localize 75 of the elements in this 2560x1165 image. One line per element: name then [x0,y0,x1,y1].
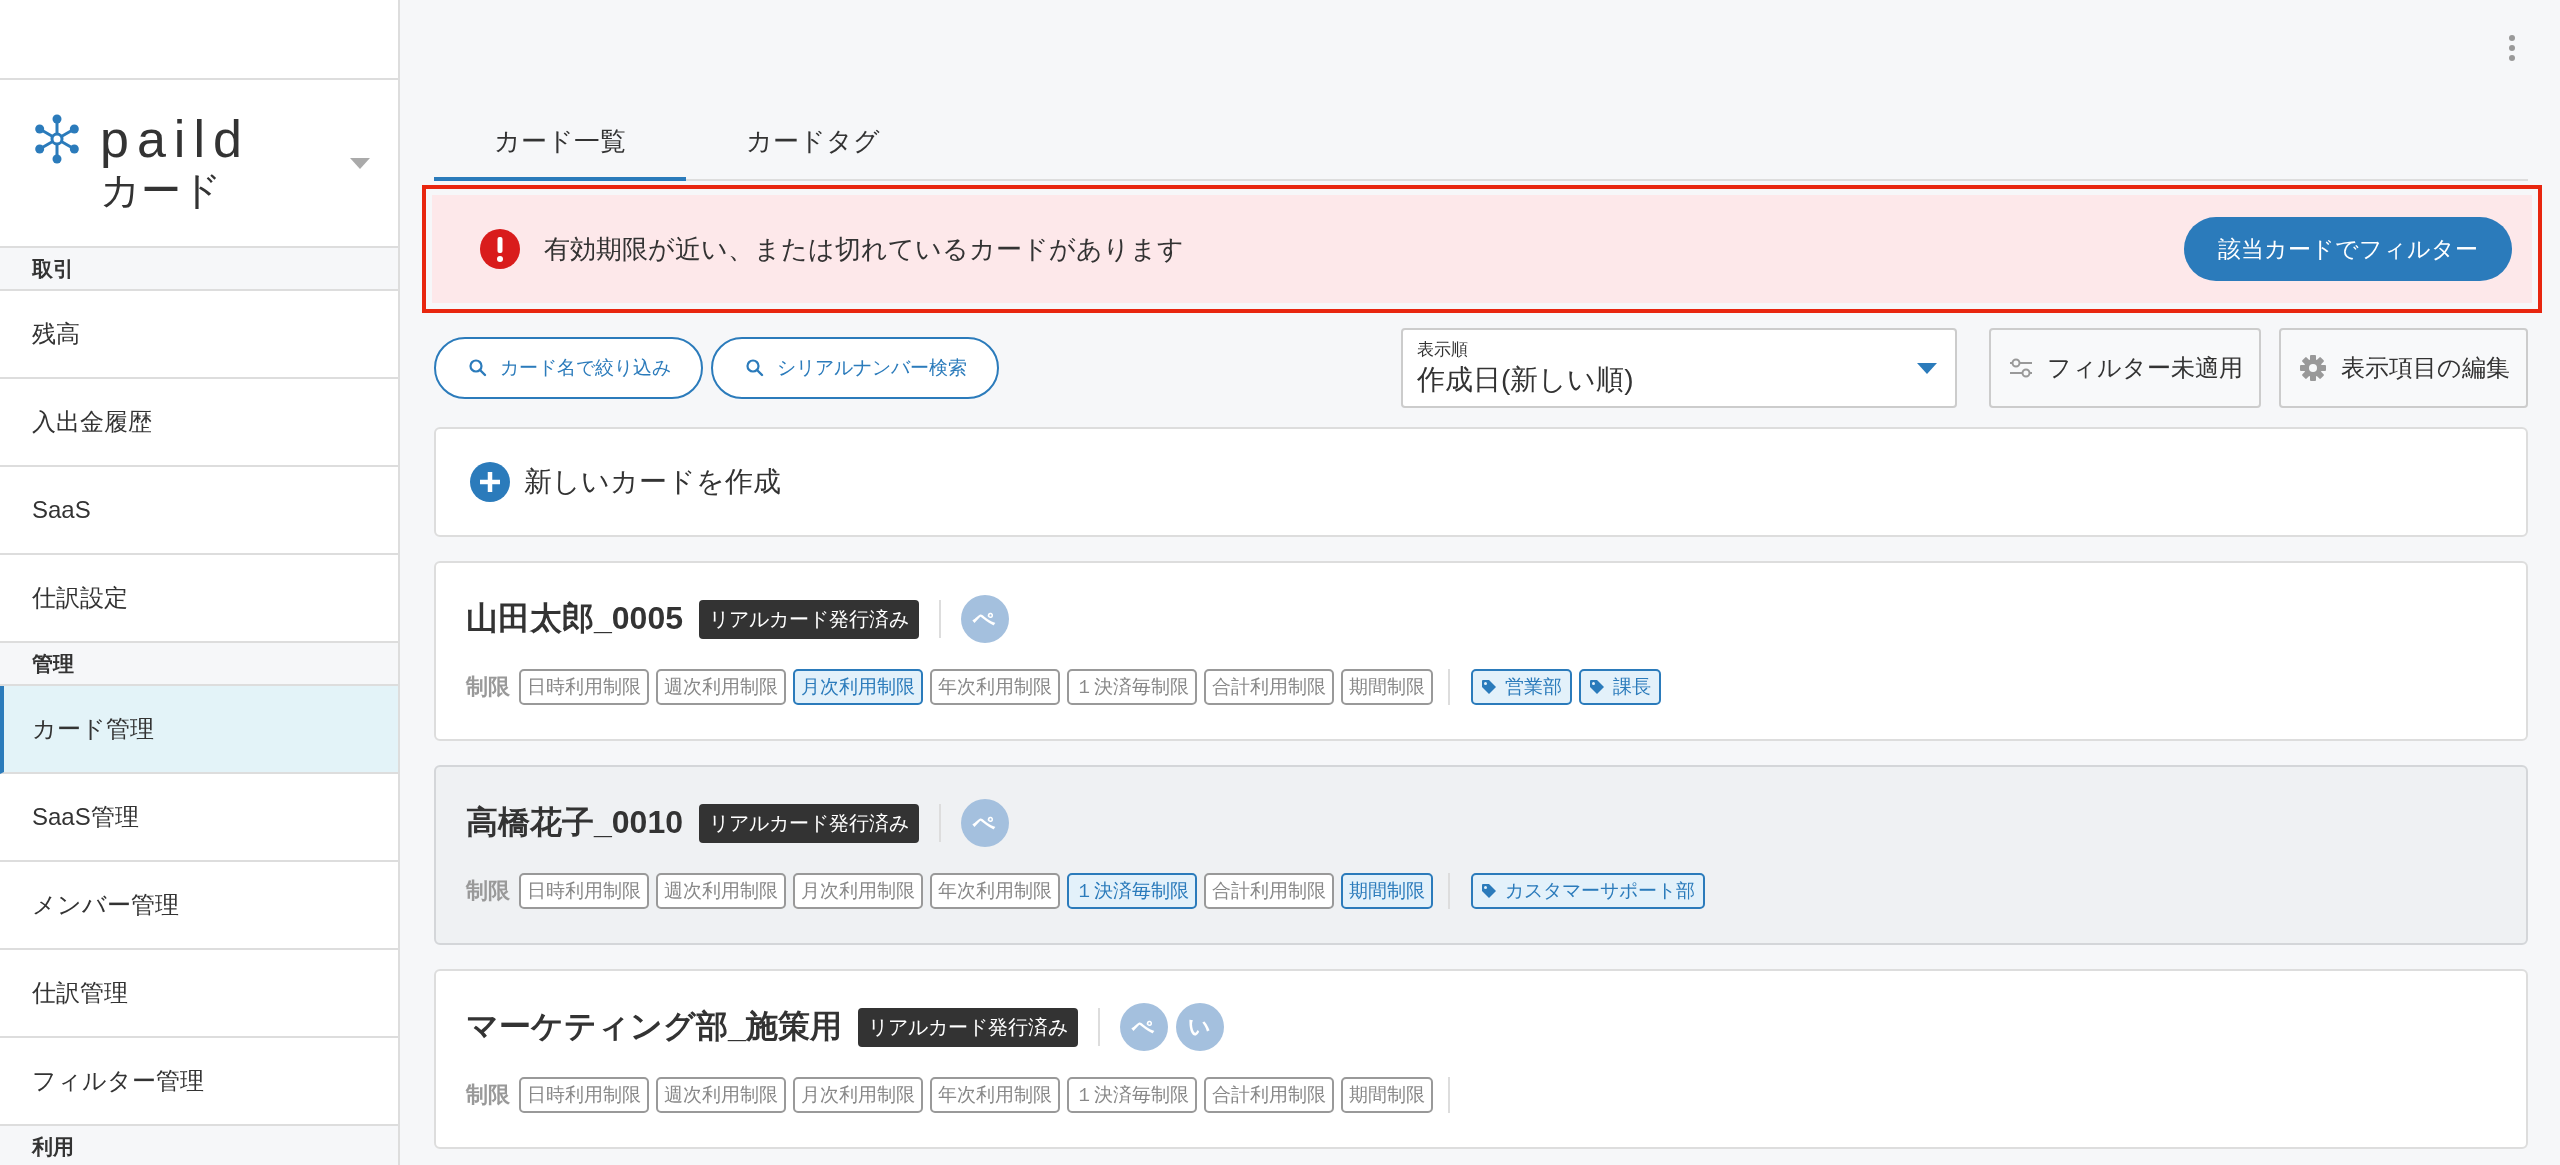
sidebar-item[interactable]: 仕訳管理 [0,950,398,1038]
card-name: 高橋花子_0010 [466,803,683,842]
sort-select[interactable]: 表示順 作成日(新しい順) [1401,328,1957,408]
limit-chip: 期間制限 [1341,669,1433,705]
sort-label: 表示順 [1417,338,1469,361]
filter-cards-button[interactable]: 該当カードでフィルター [2184,217,2512,281]
limit-chip: 月次利用制限 [793,669,923,705]
sidebar-item[interactable]: 残高 [0,291,398,379]
user-avatar: ぺ [961,595,1009,643]
card-item[interactable]: 高橋花子_0010 リアルカード発行済み ぺ 制限 日時利用制限 週次利用制限 月次利用制限 年次利用制限 １決済毎制限 合計利用制限 期間制限 カスタマーサポート部 [434,765,2528,945]
tag-icon [1481,679,1497,695]
sidebar-item[interactable]: SaaS管理 [0,774,398,862]
limit-chip: 年次利用制限 [930,873,1060,909]
card-name: マーケティング部_施策用 [466,1007,842,1046]
status-badge: リアルカード発行済み [699,803,919,843]
tab[interactable]: カードタグ [686,112,940,181]
search-button[interactable]: カード名で絞り込み [434,337,703,399]
card-tag: 課長 [1579,669,1661,705]
limit-chip: 年次利用制限 [930,669,1060,705]
limit-chip: １決済毎制限 [1067,873,1197,909]
limit-chip: １決済毎制限 [1067,1077,1197,1113]
error-icon [480,229,520,269]
limit-chip: 日時利用制限 [519,1077,649,1113]
limit-chip: 週次利用制限 [656,1077,786,1113]
section-heading: 管理 [0,643,398,686]
limit-chip: 週次利用制限 [656,669,786,705]
section-heading: 利用 [0,1126,398,1165]
card-item[interactable]: 山田太郎_0005 リアルカード発行済み ぺ 制限 日時利用制限 週次利用制限 月次利用制限 年次利用制限 １決済毎制限 合計利用制限 期間制限 営業部 課長 [434,561,2528,741]
plus-icon [470,462,510,502]
limit-chip: 日時利用制限 [519,669,649,705]
user-avatar: ぺ [961,799,1009,847]
user-avatar: い [1175,1003,1224,1051]
card-name: 山田太郎_0005 [466,599,683,638]
logo-icon [32,112,82,166]
limits-label: 制限 [466,673,510,701]
search-icon [468,358,488,378]
limit-chip: １決済毎制限 [1067,669,1197,705]
alert-message: 有効期限が近い、または切れているカードがあります [544,232,1185,266]
card-item[interactable]: マーケティング部_施策用 リアルカード発行済み ぺ い 制限 日時利用制限 週次利用制限 月次利用制限 年次利用制限 １決済毎制限 合計利用制限 期間制限 [434,969,2528,1149]
new-card-button[interactable]: 新しいカードを作成 [434,427,2528,537]
limit-chip: 合計利用制限 [1204,1077,1334,1113]
card-tag: カスタマーサポート部 [1471,873,1705,909]
limit-chip: 週次利用制限 [656,873,786,909]
product-name: カード [100,168,223,214]
limits-label: 制限 [466,1081,510,1109]
limit-chip: 月次利用制限 [793,873,923,909]
status-badge: リアルカード発行済み [699,599,919,639]
limit-chip: 年次利用制限 [930,1077,1060,1113]
limit-chip: 期間制限 [1341,873,1433,909]
search-icon [745,358,765,378]
caret-icon[interactable] [350,157,370,169]
caret-icon [1917,362,1937,374]
more-icon[interactable] [2508,34,2516,62]
card-tag: 営業部 [1471,669,1572,705]
sidebar-item[interactable]: SaaS [0,467,398,555]
edit-columns-button[interactable]: 表示項目の編集 [2279,328,2528,408]
sidebar-item[interactable]: 入出金履歴 [0,379,398,467]
sidebar-item[interactable]: メンバー管理 [0,862,398,950]
limit-chip: 合計利用制限 [1204,669,1334,705]
sliders-icon [2009,357,2033,379]
section-heading: 取引 [0,248,398,291]
limits-label: 制限 [466,877,510,905]
limit-chip: 日時利用制限 [519,873,649,909]
user-avatar: ぺ [1119,1003,1168,1051]
limit-chip: 月次利用制限 [793,1077,923,1113]
sort-value: 作成日(新しい順) [1417,362,1635,397]
limit-chip: 合計利用制限 [1204,873,1334,909]
search-button[interactable]: シリアルナンバー検索 [711,337,999,399]
tag-icon [1589,679,1605,695]
limit-chip: 期間制限 [1341,1077,1433,1113]
status-badge: リアルカード発行済み [857,1007,1078,1047]
filter-button[interactable]: フィルター未適用 [1989,328,2261,408]
tab[interactable]: カード一覧 [434,112,686,181]
tag-icon [1481,883,1497,899]
sidebar-item[interactable]: カード管理 [0,686,398,774]
